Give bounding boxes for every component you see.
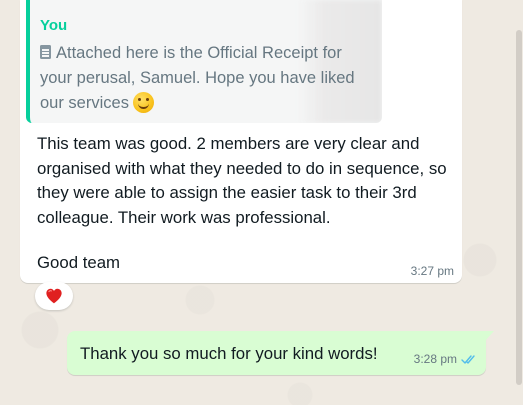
outgoing-message-meta: 3:28 pm (414, 352, 478, 366)
message-body-text: This team was good. 2 members are very c… (37, 134, 447, 227)
red-heart-emoji-icon (46, 288, 62, 304)
incoming-message-time: 3:27 pm (410, 264, 454, 278)
double-check-read-icon (461, 354, 475, 364)
document-icon (40, 45, 51, 59)
reaction-badge[interactable] (35, 282, 73, 310)
outgoing-message-text: Thank you so much for your kind words! (80, 344, 378, 363)
message-closing-text: Good team (37, 253, 121, 272)
incoming-message-bubble[interactable]: You Attached here is the Official Receip… (20, 0, 462, 283)
message-text: This team was good. 2 members are very c… (37, 132, 457, 230)
quoted-message[interactable]: You Attached here is the Official Receip… (26, 0, 382, 123)
quoted-author: You (40, 17, 68, 34)
outgoing-message-bubble[interactable]: Thank you so much for your kind words! 3… (67, 331, 494, 375)
chat-scrollbar[interactable] (516, 30, 522, 385)
outgoing-bubble-tail (485, 331, 494, 341)
smiling-face-emoji-icon (132, 92, 154, 113)
quoted-text-container: Attached here is the Official Receipt fo… (40, 41, 360, 116)
outgoing-message-time: 3:28 pm (413, 352, 457, 366)
quoted-text: Attached here is the Official Receipt fo… (40, 44, 355, 112)
